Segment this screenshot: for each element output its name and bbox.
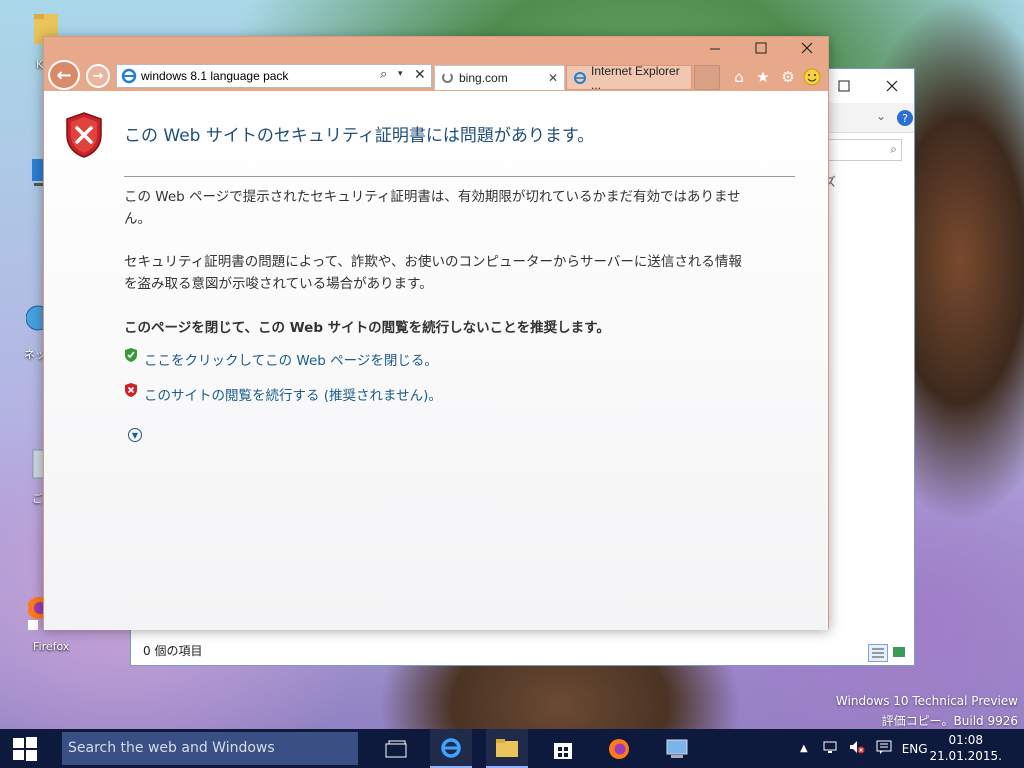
minimize-button[interactable]	[692, 37, 738, 59]
address-bar[interactable]: windows 8.1 language pack ⌕ ▾ ✕	[116, 64, 432, 88]
recommendation-text: このページを閉じて、この Web サイトの閲覧を続行しないことを推奨します。	[124, 320, 610, 336]
security-risk-text-line1: セキュリティ証明書の問題によって、詐欺や、お使いのコンピューターからサーバーに送…	[124, 254, 742, 270]
certificate-error-page: この Web サイトのセキュリティ証明書には問題があります。 この Web ペー…	[44, 91, 828, 630]
windows-logo-icon	[13, 736, 37, 761]
desktop-label-recycle: ご	[32, 492, 43, 505]
desktop-label-firefox: Firefox	[33, 640, 70, 653]
taskbar-search-box[interactable]: Search the web and Windows	[62, 732, 358, 765]
internet-explorer-window[interactable]: ← → windows 8.1 language pack ⌕ ▾ ✕ bing…	[43, 36, 830, 630]
control-panel-icon	[666, 739, 688, 758]
taskbar-internet-explorer[interactable]	[430, 729, 472, 768]
ie-logo-icon	[441, 737, 461, 758]
cert-expired-text-line1: この Web ページで提示されたセキュリティ証明書は、有効期限が切れているかまだ…	[124, 189, 741, 205]
action-center-icon[interactable]	[876, 739, 892, 758]
mouse-cursor	[355, 182, 366, 194]
page-title: この Web サイトのセキュリティ証明書には問題があります。	[124, 126, 595, 146]
large-icons-view-icon[interactable]	[890, 644, 910, 662]
new-tab-button[interactable]	[694, 65, 720, 90]
folder-icon	[496, 738, 518, 757]
explorer-maximize-button[interactable]	[831, 75, 857, 97]
ie-logo-icon	[573, 71, 587, 88]
taskbar-file-explorer[interactable]	[486, 729, 528, 768]
loading-icon	[442, 72, 453, 83]
stop-icon[interactable]: ✕	[414, 67, 426, 83]
arrow-right-icon: →	[92, 68, 104, 84]
search-icon[interactable]: ⌕	[380, 67, 387, 82]
dropdown-icon[interactable]: ▾	[398, 69, 403, 79]
gear-icon[interactable]: ⚙	[778, 67, 798, 87]
task-view-button[interactable]	[375, 729, 417, 768]
address-input[interactable]: windows 8.1 language pack	[141, 69, 288, 83]
watermark-line2: 評価コピー。Build 9926	[881, 714, 1018, 728]
explorer-search-input[interactable]: ⌕	[817, 139, 902, 161]
home-icon[interactable]: ⌂	[729, 67, 749, 87]
help-icon[interactable]: ?	[897, 110, 913, 126]
task-view-icon	[385, 740, 407, 757]
chevron-up-icon[interactable]: ▲	[800, 743, 808, 754]
taskbar: Search the web and Windows ▲ ENG 01:08 2…	[0, 729, 1024, 768]
maximize-button[interactable]	[738, 37, 784, 59]
input-language[interactable]: ENG	[902, 742, 928, 756]
network-tray-icon[interactable]	[822, 739, 838, 758]
tab-label: bing.com	[459, 71, 508, 85]
ie-logo-icon	[121, 68, 137, 88]
tab-bing[interactable]: bing.com ✕	[434, 65, 565, 90]
taskbar-control-panel[interactable]	[656, 729, 698, 768]
close-page-link[interactable]: ここをクリックしてこの Web ページを閉じる。	[144, 349, 438, 369]
explorer-close-button[interactable]	[879, 75, 905, 97]
taskbar-firefox[interactable]	[598, 729, 640, 768]
continue-site-link[interactable]: このサイトの閲覧を続行する (推奨されません)。	[144, 384, 442, 404]
clock-date: 21.01.2015.	[929, 749, 1002, 763]
green-shield-icon	[124, 347, 138, 363]
explorer-status-item-count: 0 個の項目	[143, 644, 203, 658]
clock-time: 01:08	[948, 733, 984, 747]
store-icon	[554, 742, 572, 759]
more-info-expand-icon[interactable]: ▼	[128, 428, 142, 442]
system-tray: ▲ ENG	[800, 729, 928, 768]
smiley-feedback-icon[interactable]	[802, 67, 822, 87]
taskbar-store[interactable]	[542, 729, 584, 768]
tab-close-icon[interactable]: ✕	[548, 71, 558, 85]
start-button[interactable]	[0, 729, 50, 768]
security-shield-error-icon	[64, 111, 104, 163]
search-icon: ⌕	[890, 142, 897, 156]
red-shield-icon	[124, 382, 138, 398]
details-view-icon[interactable]	[868, 644, 888, 662]
tab-label: Internet Explorer ...	[591, 63, 680, 92]
volume-muted-icon[interactable]	[848, 739, 866, 758]
taskbar-clock[interactable]: 01:08 21.01.2015.	[929, 732, 1002, 764]
divider	[124, 176, 795, 177]
forward-button[interactable]: →	[86, 64, 110, 88]
back-button[interactable]: ←	[48, 60, 80, 90]
security-risk-text-line2: を盗み取る意図が示唆されている場合があります。	[124, 276, 433, 292]
close-button[interactable]	[784, 37, 830, 59]
chevron-down-icon[interactable]: ⌄	[876, 109, 886, 123]
arrow-left-icon: ←	[56, 64, 72, 86]
cert-expired-text-line2: ん。	[124, 211, 151, 227]
tab-internet-explorer[interactable]: Internet Explorer ...	[566, 63, 692, 92]
watermark-line1: Windows 10 Technical Preview	[835, 694, 1018, 708]
firefox-icon	[609, 738, 629, 759]
network-icon[interactable]	[25, 300, 51, 340]
favorites-star-icon[interactable]: ★	[753, 67, 773, 87]
